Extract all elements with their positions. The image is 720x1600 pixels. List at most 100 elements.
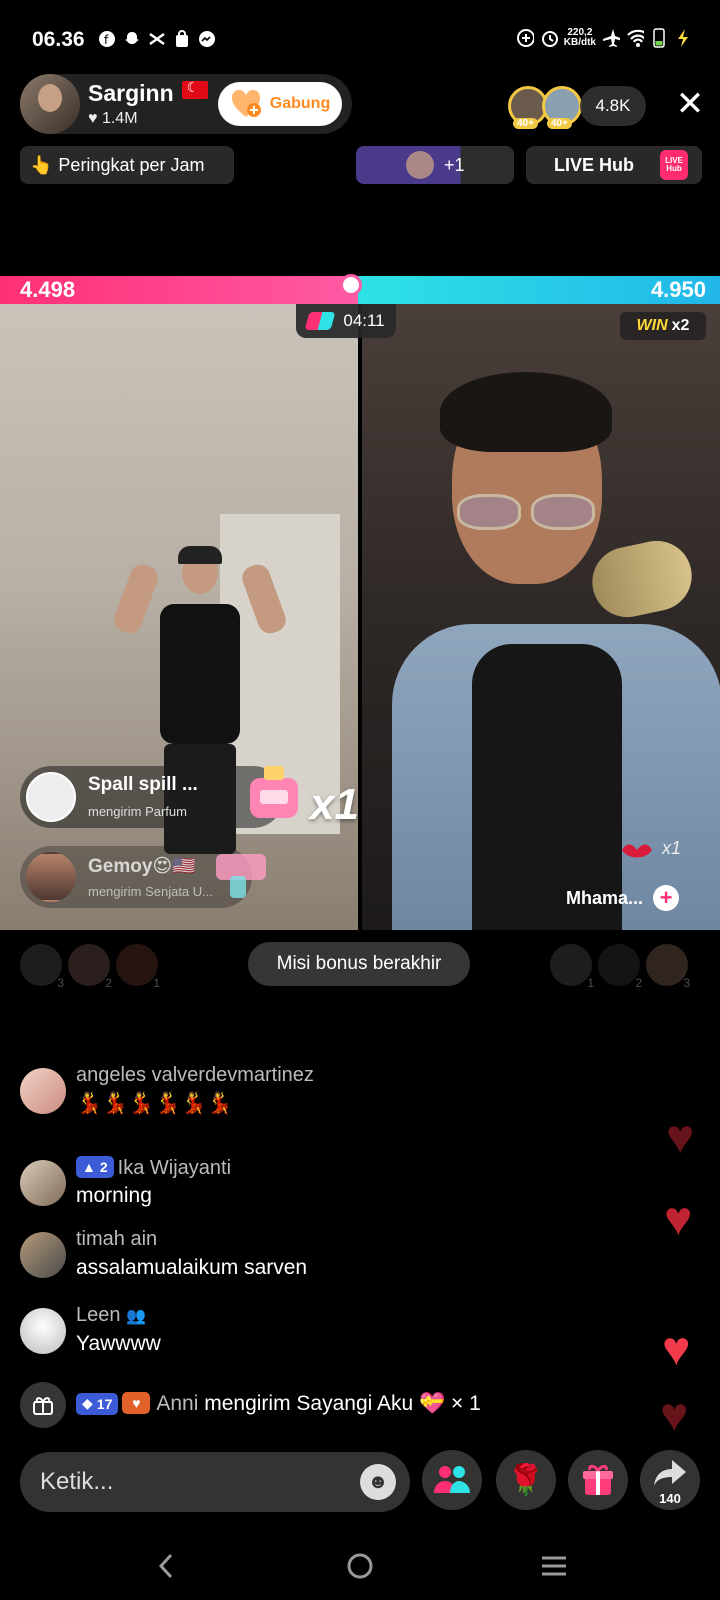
win-label: WIN [636, 317, 668, 334]
top-viewers[interactable]: 40+ 40+ [508, 86, 582, 129]
gift-description: mengirim Senjata U... [88, 884, 213, 899]
user-level-badge: ◆ 17 [76, 1392, 119, 1415]
home-icon[interactable] [340, 1546, 380, 1586]
left-top-supporters[interactable]: 3 2 1 [20, 944, 160, 990]
right-stream-video[interactable] [362, 304, 720, 930]
rose-gift-button[interactable]: 🌹 [496, 1450, 556, 1510]
left-team-score: 4.498 [20, 277, 76, 302]
data-saver-icon [516, 29, 534, 47]
charging-icon [674, 29, 692, 47]
user-level: 17 [96, 1395, 113, 1412]
share-button[interactable]: 140 [640, 1450, 700, 1510]
network-speed: 220,2 KB/dtk [564, 28, 596, 48]
viewer-badge: 40+ [513, 118, 538, 129]
gift-announcement: ◆ 17 ♥ Anni mengirim Sayangi Aku 💝 × 1 [76, 1392, 481, 1416]
gift-button[interactable] [568, 1450, 628, 1510]
supporter-avatar[interactable]: 3 [20, 944, 64, 990]
chat-username[interactable]: timah ain [76, 1228, 157, 1251]
bottom-action-bar: ☻ 🌹 140 [0, 1450, 720, 1520]
ranking-label: Peringkat per Jam [58, 154, 205, 175]
supporter-avatar[interactable]: 3 [646, 944, 690, 990]
supporter-avatar[interactable]: 1 [116, 944, 160, 990]
recent-apps-icon[interactable] [534, 1546, 574, 1586]
battle-icon [304, 312, 336, 330]
hourly-ranking-pill[interactable]: 👆 Peringkat per Jam [20, 146, 234, 184]
microphone-icon [585, 534, 699, 624]
host-avatar[interactable] [20, 74, 80, 134]
fan-heart-badge-icon: ♥ [122, 1392, 151, 1414]
tiktok-gun-gift-icon [216, 854, 266, 898]
chat-text: 💃💃💃💃💃💃 [76, 1092, 233, 1115]
multi-guest-button[interactable] [422, 1450, 482, 1510]
messenger-icon [198, 30, 216, 48]
battle-timer-value: 04:11 [343, 311, 385, 330]
join-button[interactable]: Gabung [218, 82, 342, 126]
co-host-pill[interactable]: +1 [356, 146, 514, 184]
floating-heart-icon: ♥ [660, 1389, 689, 1442]
share-arrow-icon [654, 1460, 686, 1486]
chat-username-row[interactable]: ▲ 2 Ika Wijayanti [76, 1156, 231, 1180]
heart-icon: ♥ [88, 110, 98, 127]
chat-avatar[interactable] [20, 1160, 66, 1206]
wifi-icon [626, 29, 644, 47]
chat-avatar[interactable] [20, 1232, 66, 1278]
host-info-pill[interactable]: Sarginn ♥ 1.4M Gabung [20, 74, 352, 134]
airplane-icon [602, 29, 620, 47]
user-level: 2 [99, 1159, 108, 1175]
right-streamer-hair [440, 372, 612, 452]
chat-text: morning [76, 1184, 152, 1207]
gift-toast[interactable]: Gemoy😍🇺🇸 mengirim Senjata U... [20, 846, 266, 908]
viewer-avatar[interactable]: 40+ [542, 86, 582, 129]
status-app-icons: f [98, 30, 216, 48]
gift-sender-username[interactable]: Anni [156, 1392, 198, 1415]
co-host-count: +1 [444, 154, 465, 175]
supporter-avatar[interactable]: 1 [550, 944, 594, 990]
network-speed-unit: KB/dtk [563, 37, 596, 48]
gift-box-icon[interactable] [20, 1382, 66, 1428]
left-stream-video[interactable] [0, 304, 358, 930]
viewer-badge: 40+ [547, 118, 572, 129]
diamond-icon: ◆ [82, 1395, 93, 1411]
supporter-rank: 2 [105, 976, 112, 990]
comment-input-container[interactable]: ☻ [20, 1452, 410, 1512]
supporter-rank: 1 [587, 976, 594, 990]
comment-input[interactable] [40, 1452, 340, 1512]
capcut-icon [148, 30, 166, 48]
turkey-flag-icon [181, 79, 208, 99]
user-level-badge: ▲ 2 [76, 1156, 114, 1178]
gift-announcement-text: mengirim Sayangi Aku [204, 1392, 414, 1415]
gift-toast[interactable]: Spall spill ... mengirim Parfum [20, 766, 298, 828]
viewer-count[interactable]: 4.8K [580, 86, 646, 126]
supporter-avatar[interactable]: 2 [598, 944, 642, 990]
share-count: 140 [659, 1491, 681, 1506]
chat-username-row[interactable]: Leen 👥 [76, 1304, 146, 1327]
gift-sender-avatar [26, 772, 76, 822]
chat-text: assalamualaikum sarven [76, 1256, 308, 1279]
chat-avatar[interactable] [20, 1068, 66, 1114]
chat-username[interactable]: angeles valverdevmartinez [76, 1064, 314, 1087]
host-likes: 1.4M [101, 110, 138, 127]
supporter-avatar[interactable]: 2 [68, 944, 112, 990]
snapchat-icon [123, 30, 141, 48]
plus-icon[interactable]: + [653, 885, 680, 911]
win-multiplier: x2 [671, 317, 690, 334]
lips-gift-icon [622, 844, 652, 858]
right-gift-sender[interactable]: Mhama... + [566, 882, 706, 914]
live-hub-pill[interactable]: LIVE Hub LIVE Hub [526, 146, 702, 184]
close-icon[interactable]: ✕ [670, 84, 710, 124]
right-gift-sender-name: Mhama... [566, 887, 644, 908]
back-icon[interactable] [146, 1546, 186, 1586]
emoji-icon[interactable]: ☻ [360, 1464, 396, 1500]
live-hub-logo-icon: LIVE Hub [660, 150, 688, 180]
supporter-rank: 1 [153, 976, 160, 990]
system-navigation-bar [0, 1530, 720, 1600]
chat-username: Ika Wijayanti [117, 1157, 232, 1179]
facebook-icon: f [98, 30, 116, 48]
win-streak-badge[interactable]: WIN x2 [620, 312, 706, 340]
host-likes-row: ♥ 1.4M [88, 110, 138, 128]
right-top-supporters[interactable]: 1 2 3 [550, 944, 690, 990]
chat-avatar[interactable] [20, 1308, 66, 1354]
gift-icon [583, 1464, 613, 1495]
level-triangle-icon: ▲ [82, 1159, 96, 1175]
gift-announcement-count: × 1 [451, 1392, 481, 1415]
